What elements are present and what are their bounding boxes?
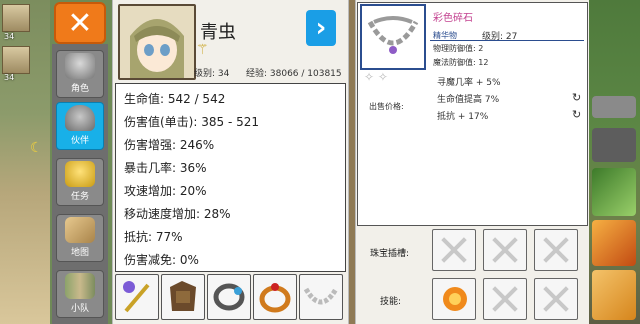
equip-slot-ring[interactable]	[253, 274, 297, 320]
pot-helmet-icon	[65, 105, 95, 131]
pause-icon[interactable]	[592, 96, 636, 118]
character-name: 青虫	[200, 22, 236, 43]
menu-item-character[interactable]: 角色	[56, 50, 104, 98]
menu-item-partner[interactable]: 伙伴	[56, 102, 104, 150]
wings-icon: ✧ ✧	[364, 70, 388, 84]
skill-slot[interactable]	[432, 278, 476, 320]
menu-item-label: 任务	[70, 192, 89, 202]
team-icon	[65, 273, 95, 299]
leaf-blade-icon[interactable]	[592, 168, 636, 216]
character-portrait	[118, 4, 196, 80]
menu-item-label: 小队	[70, 304, 89, 314]
armor-icon	[170, 281, 196, 311]
chevron-right-icon: ›	[315, 13, 327, 43]
empty-slot-icon	[488, 283, 522, 315]
socket-slot-empty[interactable]	[432, 229, 476, 271]
item-physical-defense: 物理防御值: 2	[433, 44, 484, 53]
character-experience: 经验: 38066 / 103815	[246, 69, 342, 79]
stat-attack-speed: 攻速增加: 20%	[124, 184, 207, 198]
stat-move-speed: 移动速度增加: 28%	[124, 207, 231, 221]
empty-slot-icon	[488, 234, 522, 266]
skill-slot-empty[interactable]	[483, 278, 527, 320]
empty-slot-icon	[437, 234, 471, 266]
menu-item-label: 角色	[70, 84, 89, 94]
skill-label: 技能:	[380, 297, 402, 307]
socket-label: 珠宝插槽:	[370, 249, 410, 259]
stat-resistance: 抵抗: 77%	[124, 230, 183, 244]
item-stat: 抵抗 + 17%	[437, 112, 489, 122]
stat-damage-boost: 伤害增强: 246%	[124, 138, 215, 152]
hero-icon[interactable]	[592, 128, 636, 162]
fireball-icon	[443, 287, 467, 311]
empty-slot-icon	[539, 283, 573, 315]
side-menu: 角色 伙伴 任务 地图 小队	[52, 44, 108, 324]
party-member-level: 34	[4, 73, 15, 82]
equip-slot-weapon[interactable]	[115, 274, 159, 320]
ring-icon	[259, 283, 291, 313]
helmet-icon	[65, 53, 95, 79]
party-member-portrait[interactable]	[2, 4, 30, 32]
item-name: 彩色碎石	[433, 13, 473, 24]
moon-icon: ☾	[30, 140, 43, 156]
menu-item-team[interactable]: 小队	[56, 270, 104, 318]
party-member-portrait[interactable]	[2, 46, 30, 74]
menu-item-map[interactable]: 地图	[56, 214, 104, 262]
menu-item-label: 伙伴	[70, 136, 89, 146]
sword-skill-icon[interactable]	[592, 270, 636, 320]
necklace-icon	[367, 16, 419, 54]
next-character-button[interactable]: ›	[306, 10, 336, 46]
socket-slot-empty[interactable]	[483, 229, 527, 271]
item-image	[360, 4, 426, 70]
equip-slot-armor[interactable]	[161, 274, 205, 320]
necklace-icon	[303, 287, 339, 305]
fire-sword-icon[interactable]	[592, 220, 636, 266]
staff-weapon-icon	[123, 281, 150, 313]
equipment-row	[115, 274, 344, 322]
staff-icon: ⚚	[196, 42, 209, 58]
reroll-icon[interactable]: ↻	[572, 91, 585, 104]
equip-slot-necklace[interactable]	[299, 274, 343, 320]
empty-slot-icon	[539, 234, 573, 266]
close-icon: ✕	[67, 5, 93, 41]
trophy-icon	[65, 161, 95, 187]
stat-damage-reduction: 伤害减免: 0%	[124, 253, 199, 267]
stat-crit-chance: 暴击几率: 36%	[124, 161, 207, 175]
scroll-map-icon	[65, 217, 95, 243]
stat-hp: 生命值: 542 / 542	[124, 92, 226, 106]
divider	[430, 40, 584, 41]
menu-item-label: 地图	[70, 248, 89, 258]
stats-box: 生命值: 542 / 542 伤害值(单击): 385 - 521 伤害增强: …	[115, 83, 346, 272]
item-magic-defense: 魔法防御值: 12	[433, 58, 489, 67]
socket-slot-empty[interactable]	[534, 229, 578, 271]
close-button[interactable]: ✕	[54, 2, 106, 44]
sell-price-label: 出售价格:	[369, 102, 404, 111]
stat-damage: 伤害值(单击): 385 - 521	[124, 115, 259, 129]
character-level: 级别: 34	[194, 69, 230, 79]
equip-slot-bracelet[interactable]	[207, 274, 251, 320]
menu-item-quest[interactable]: 任务	[56, 158, 104, 206]
item-stat: 生命值提高 7%	[437, 95, 500, 105]
party-member-level: 34	[4, 32, 15, 41]
bracelet-icon	[213, 283, 245, 311]
skill-slot-empty[interactable]	[534, 278, 578, 320]
item-stat: 寻魔几率 + 5%	[437, 78, 501, 88]
reroll-icon[interactable]: ↻	[572, 108, 585, 121]
